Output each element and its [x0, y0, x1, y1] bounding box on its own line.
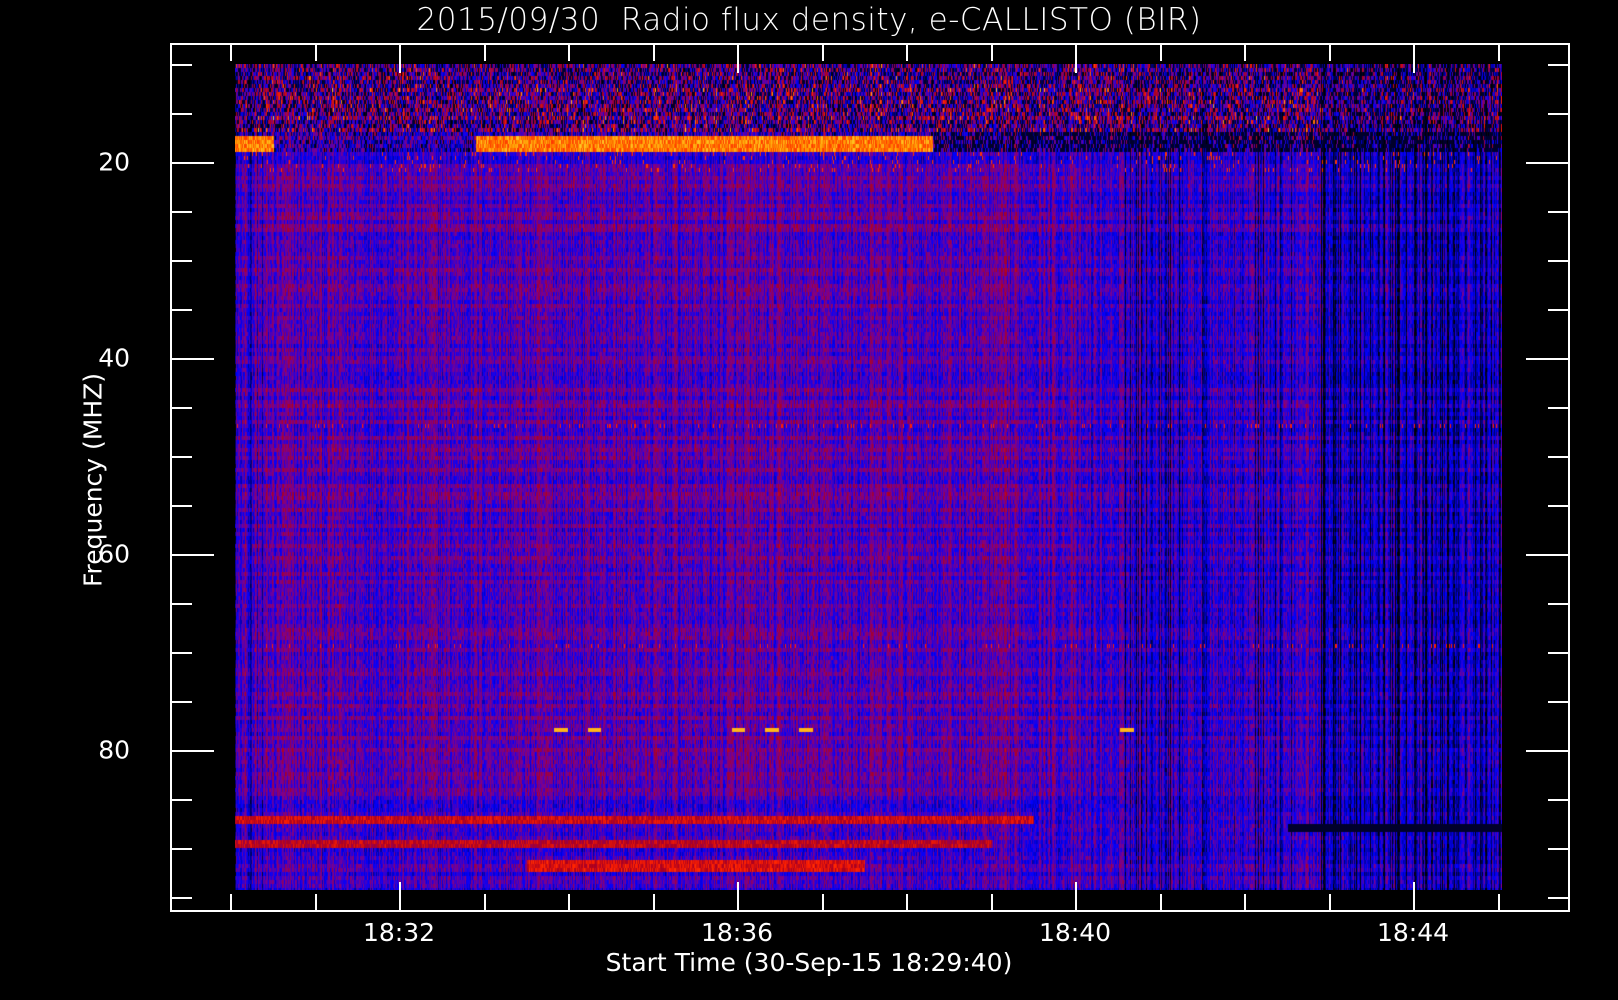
spectrogram-heatmap — [235, 64, 1502, 890]
x-minor-tick-top — [1329, 43, 1331, 61]
x-minor-tick-top — [906, 43, 908, 61]
x-minor-tick — [991, 894, 993, 912]
x-minor-tick-top — [1498, 43, 1500, 61]
y-minor-tick — [170, 848, 192, 850]
x-minor-tick-top — [1160, 43, 1162, 61]
x-major-tick — [1075, 882, 1077, 912]
x-minor-tick-top — [568, 43, 570, 61]
y-major-tick — [170, 358, 214, 360]
y-major-tick-right — [1526, 162, 1570, 164]
y-minor-tick-right — [1548, 652, 1570, 654]
x-minor-tick — [568, 894, 570, 912]
y-minor-tick — [170, 260, 192, 262]
y-minor-tick-right — [1548, 505, 1570, 507]
y-minor-tick — [170, 505, 192, 507]
y-minor-tick-right — [1548, 456, 1570, 458]
x-minor-tick — [230, 894, 232, 912]
x-minor-tick-top — [484, 43, 486, 61]
x-major-tick-top — [399, 43, 401, 73]
x-major-tick-top — [737, 43, 739, 73]
x-tick-label: 18:36 — [700, 918, 774, 947]
y-minor-tick — [170, 701, 192, 703]
y-minor-tick — [170, 407, 192, 409]
x-minor-tick — [1329, 894, 1331, 912]
x-major-tick — [1413, 882, 1415, 912]
y-minor-tick — [170, 799, 192, 801]
x-minor-tick — [653, 894, 655, 912]
y-minor-tick-right — [1548, 407, 1570, 409]
x-major-tick-top — [1075, 43, 1077, 73]
x-tick-label: 18:32 — [362, 918, 436, 947]
x-minor-tick — [1160, 894, 1162, 912]
x-minor-tick — [484, 894, 486, 912]
x-minor-tick-top — [230, 43, 232, 61]
x-minor-tick-top — [653, 43, 655, 61]
y-minor-tick-right — [1548, 799, 1570, 801]
x-minor-tick-top — [315, 43, 317, 61]
x-minor-tick — [315, 894, 317, 912]
y-minor-tick — [170, 603, 192, 605]
x-minor-tick — [906, 894, 908, 912]
x-minor-tick-top — [1244, 43, 1246, 61]
x-axis-title: Start Time (30-Sep-15 18:29:40) — [605, 948, 1013, 977]
x-minor-tick — [1244, 894, 1246, 912]
y-minor-tick-right — [1548, 309, 1570, 311]
chart-title: 2015/09/30 Radio flux density, e-CALLIST… — [416, 2, 1202, 38]
y-minor-tick-right — [1548, 260, 1570, 262]
y-major-tick — [170, 554, 214, 556]
y-tick-label: 40 — [98, 343, 130, 373]
y-minor-tick-right — [1548, 897, 1570, 899]
x-major-tick — [399, 882, 401, 912]
y-minor-tick — [170, 309, 192, 311]
x-minor-tick — [822, 894, 824, 912]
y-minor-tick — [170, 456, 192, 458]
x-minor-tick — [1498, 894, 1500, 912]
x-major-tick-top — [1413, 43, 1415, 73]
y-minor-tick — [170, 897, 192, 899]
y-minor-tick-right — [1548, 701, 1570, 703]
y-minor-tick-right — [1548, 64, 1570, 66]
y-minor-tick-right — [1548, 211, 1570, 213]
x-tick-label: 18:44 — [1376, 918, 1450, 947]
y-minor-tick-right — [1548, 848, 1570, 850]
x-major-tick — [737, 882, 739, 912]
y-minor-tick — [170, 211, 192, 213]
y-major-tick-right — [1526, 554, 1570, 556]
x-tick-label: 18:40 — [1038, 918, 1112, 947]
y-major-tick — [170, 162, 214, 164]
x-minor-tick-top — [991, 43, 993, 61]
y-minor-tick — [170, 64, 192, 66]
y-minor-tick — [170, 652, 192, 654]
y-minor-tick-right — [1548, 113, 1570, 115]
y-minor-tick — [170, 113, 192, 115]
y-tick-label: 80 — [98, 735, 130, 765]
y-major-tick-right — [1526, 750, 1570, 752]
y-minor-tick-right — [1548, 603, 1570, 605]
y-tick-label: 20 — [98, 147, 130, 177]
y-axis-title: Frequency (MHZ) — [78, 372, 108, 588]
x-minor-tick-top — [822, 43, 824, 61]
y-major-tick — [170, 750, 214, 752]
y-major-tick-right — [1526, 358, 1570, 360]
